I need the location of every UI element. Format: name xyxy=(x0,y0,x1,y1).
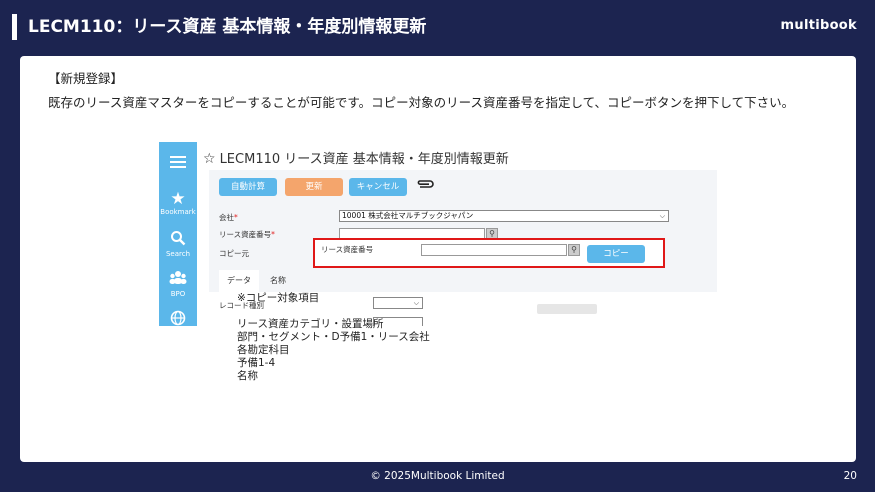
slide-title: LECM110：リース資産 基本情報・年度別情報更新 xyxy=(28,17,427,37)
paperclip-icon[interactable] xyxy=(415,178,435,194)
list-item: 各勘定科目 xyxy=(237,344,290,356)
sidebar-item-label: Bookmark xyxy=(160,208,196,216)
company-select[interactable]: 10001 株式会社マルチブックジャパン ⌵ xyxy=(339,210,669,222)
multibook-logo: multibook xyxy=(780,18,857,33)
required-marker: * xyxy=(234,213,238,222)
copy-asset-no-label: リース資産番号 xyxy=(321,245,374,254)
copy-lookup-search-icon[interactable]: ⚲ xyxy=(568,244,580,256)
bookmark-star-icon[interactable]: ☆ xyxy=(203,151,216,167)
page-number: 20 xyxy=(843,470,857,482)
required-marker: * xyxy=(271,230,275,239)
copy-items-list: ※コピー対象項目 リース資産カテゴリ・設置場所 部門・セグメント・D予備1・リー… xyxy=(237,292,430,383)
star-icon: ★ xyxy=(170,189,186,209)
chevron-down-icon: ⌵ xyxy=(659,212,665,220)
title-accent-bar xyxy=(12,14,17,40)
description-text: 既存のリース資産マスターをコピーすることが可能です。コピー対象のリース資産番号を… xyxy=(48,95,795,110)
copy-source-highlight: リース資産番号 ⚲ コピー xyxy=(313,238,665,268)
tab-bar: データ 名称 xyxy=(209,270,717,292)
copy-from-label: コピー元 xyxy=(219,249,249,258)
asset-no-label-text: リース資産番号 xyxy=(219,230,272,239)
copy-asset-no-input[interactable] xyxy=(421,244,567,256)
app-title-text: LECM110 リース資産 基本情報・年度別情報更新 xyxy=(219,152,509,167)
list-item: 名称 xyxy=(237,370,258,382)
list-item: リース資産カテゴリ・設置場所 xyxy=(237,318,384,330)
search-icon xyxy=(159,230,197,250)
section-label: 【新規登録】 xyxy=(48,71,124,86)
footer-copyright: © 2025Multibook Limited xyxy=(370,470,505,482)
company-label-text: 会社 xyxy=(219,213,234,222)
sidebar-item-label: BPO xyxy=(170,290,186,298)
asset-no-label: リース資産番号* xyxy=(219,229,275,240)
ghost-button[interactable] xyxy=(537,304,597,314)
tab-name[interactable]: 名称 xyxy=(265,270,291,292)
sidebar: ★ Bookmark Search BPO xyxy=(159,142,197,326)
company-select-value: 10001 株式会社マルチブックジャパン xyxy=(342,211,474,220)
sidebar-item-bpo[interactable]: BPO xyxy=(159,270,197,299)
tab-data[interactable]: データ xyxy=(219,270,259,292)
content-card: 【新規登録】 既存のリース資産マスターをコピーすることが可能です。コピー対象のリ… xyxy=(20,56,856,462)
globe-icon xyxy=(159,310,197,326)
slide-header: LECM110：リース資産 基本情報・年度別情報更新 multibook xyxy=(0,0,875,52)
sidebar-item-search[interactable]: Search xyxy=(159,230,197,259)
sidebar-item-globe[interactable] xyxy=(159,310,197,326)
company-label: 会社* xyxy=(219,212,238,223)
update-button[interactable]: 更新 xyxy=(285,178,343,196)
app-title: ☆ LECM110 リース資産 基本情報・年度別情報更新 xyxy=(203,148,509,167)
list-item: 部門・セグメント・D予備1・リース会社 xyxy=(237,331,430,343)
cancel-button[interactable]: キャンセル xyxy=(349,178,407,196)
copy-button[interactable]: コピー xyxy=(587,245,645,263)
list-item: 予備1-4 xyxy=(237,357,276,369)
auto-calc-button[interactable]: 自動計算 xyxy=(219,178,277,196)
copy-items-heading: ※コピー対象項目 xyxy=(237,292,320,304)
people-icon xyxy=(159,270,197,290)
sidebar-item-label: Search xyxy=(165,250,191,258)
menu-icon[interactable] xyxy=(170,156,186,168)
sidebar-item-bookmark[interactable]: ★ Bookmark xyxy=(159,190,197,217)
